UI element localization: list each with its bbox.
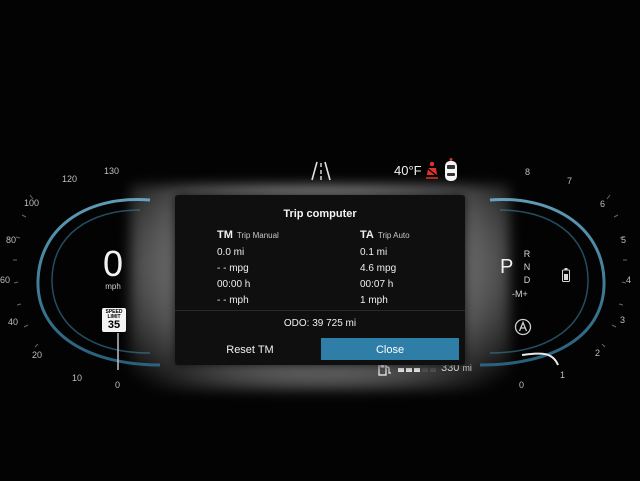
ta-consumption: 4.6 mpg [360,263,397,274]
rpm-tick: 0 [519,380,525,390]
speed-readout: 0 [102,243,124,284]
fuel-segment [414,368,420,372]
reset-tm-button[interactable]: Reset TM [181,338,319,360]
trip-computer-dialog: Trip computer TM Trip Manual 0.0 mi - - m… [175,195,465,365]
rpm-tick: 3 [620,315,626,325]
gear-n: N [523,262,531,272]
outside-temperature: 40°F [394,163,422,178]
gear-r: R [523,249,531,259]
trip-auto-name: Trip Auto [377,231,410,240]
speed-tick: 60 [0,275,11,285]
dialog-title: Trip computer [283,208,357,220]
dialog-divider [175,310,465,311]
gear-d: D [523,275,531,285]
fuel-level-bar [398,368,436,372]
speed-tick: 20 [32,350,43,360]
trip-manual-column: TM Trip Manual 0.0 mi - - mpg 00:00 h - -… [217,229,279,309]
rpm-tick: 5 [621,235,627,245]
range-unit: mi [462,363,472,373]
gear-selected: P [500,256,514,278]
tm-time: 00:00 h [217,279,251,290]
trip-auto-abbr: TA [360,229,374,241]
tm-consumption: - - mpg [217,263,249,274]
fuel-segment [406,368,412,372]
speed-tick: 0 [115,380,121,390]
trip-auto-column: TA Trip Auto 0.1 mi 4.6 mpg 00:07 h 1 mph [360,229,410,309]
speed-tick: 40 [8,317,19,327]
fuel-segment [398,368,404,372]
trip-auto-header: TA Trip Auto [360,229,410,245]
fuel-segment [422,368,428,372]
car-top-view-icon [445,158,457,181]
trip-manual-header: TM Trip Manual [217,229,279,245]
top-status-bar: 40°F [0,158,640,182]
speed-unit: mph [105,282,121,291]
close-button[interactable]: Close [321,338,459,360]
battery-icon [562,268,570,282]
ta-distance: 0.1 mi [360,247,388,258]
odometer: ODO: 39 725 mi [283,318,357,329]
gear-list: R N D [520,248,534,287]
auto-start-stop-icon [514,318,532,336]
rpm-tick: 4 [626,275,632,285]
rpm-tick: 1 [560,370,566,380]
tm-distance: 0.0 mi [217,247,245,258]
fuel-segment [430,368,436,372]
ta-time: 00:07 h [360,279,394,290]
ta-avg-speed: 1 mph [360,295,388,306]
seatbelt-warning-icon [426,161,438,179]
speed-limit-value: 35 [107,319,121,331]
speed-tick: 100 [24,198,40,208]
speed-limit-sign: SPEED LIMIT 35 [102,308,126,332]
manual-mode: -M+ [512,289,528,299]
lane-road-icon [311,161,331,181]
rpm-tick: 6 [600,199,606,209]
trip-manual-name: Trip Manual [236,231,279,240]
speed-tick: 80 [6,235,17,245]
speed-tick: 10 [72,373,83,383]
rpm-tick: 2 [595,348,601,358]
tm-avg-speed: - - mph [217,295,249,306]
trip-manual-abbr: TM [217,229,233,241]
